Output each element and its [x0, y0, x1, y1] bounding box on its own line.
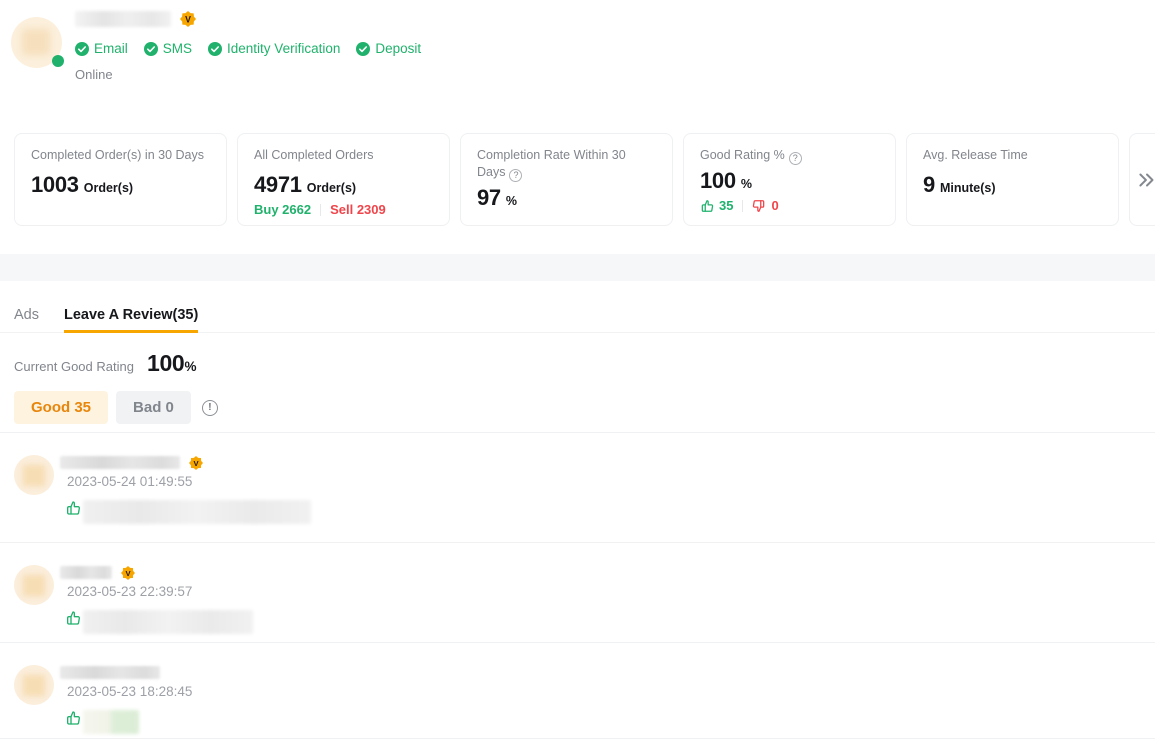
stat-value: 9	[923, 172, 935, 198]
review-item: 2023-05-23 18:28:45	[0, 642, 1155, 739]
verification-label: SMS	[163, 41, 192, 56]
check-circle-icon	[356, 42, 370, 56]
stat-card-good-rating: Good Rating %? 100 % 35 0	[683, 133, 896, 226]
check-circle-icon	[144, 42, 158, 56]
tab-ads[interactable]: Ads	[14, 303, 39, 333]
thumb-up-icon	[700, 199, 714, 213]
svg-text:V: V	[193, 458, 199, 467]
stat-unit: %	[506, 194, 517, 208]
tab-bar: Ads Leave A Review(35)	[0, 303, 1155, 333]
stat-label: Good Rating %?	[700, 147, 879, 165]
stat-card-completion-rate: Completion Rate Within 30 Days? 97 %	[460, 133, 673, 226]
question-circle-icon[interactable]: ?	[789, 152, 802, 165]
filter-good-button[interactable]: Good 35	[14, 391, 108, 424]
merchant-avatar	[11, 17, 62, 68]
stat-label-text: Completion Rate Within 30 Days	[477, 148, 626, 179]
review-timestamp: 2023-05-23 22:39:57	[60, 584, 253, 599]
stat-label-text: Good Rating %	[700, 148, 785, 162]
verification-sms: SMS	[144, 41, 192, 56]
online-status-text: Online	[75, 67, 421, 82]
section-divider-band	[0, 254, 1155, 281]
verification-label: Identity Verification	[227, 41, 340, 56]
review-item: V 2023-05-24 01:49:55	[0, 432, 1155, 542]
reviewer-avatar	[14, 565, 54, 605]
verification-label: Deposit	[375, 41, 421, 56]
stat-unit: %	[741, 177, 752, 191]
thumb-down-icon	[752, 199, 766, 213]
merchant-name-blurred	[75, 11, 171, 27]
stat-value: 1003	[31, 172, 79, 198]
review-list: V 2023-05-24 01:49:55 V	[0, 432, 1155, 739]
thumb-up-icon	[65, 500, 81, 516]
svg-text:V: V	[185, 14, 191, 24]
expand-stats-button[interactable]	[1129, 133, 1155, 226]
filter-bad-button[interactable]: Bad 0	[116, 391, 191, 424]
stat-card-completed-30d: Completed Order(s) in 30 Days 1003 Order…	[14, 133, 227, 226]
review-filter-row: Good 35 Bad 0 !	[14, 391, 218, 424]
current-good-rating-label: Current Good Rating	[14, 359, 134, 374]
thumbs-down-count: 0	[771, 198, 778, 213]
review-comment-blurred	[83, 500, 311, 524]
divider	[320, 204, 321, 216]
reviewer-name-blurred	[60, 666, 160, 679]
reviewer-name-blurred	[60, 456, 180, 469]
divider	[742, 200, 743, 212]
avatar-image-blurred	[23, 465, 45, 486]
stat-unit: Minute(s)	[940, 181, 996, 195]
stat-label: Completed Order(s) in 30 Days	[31, 147, 210, 164]
reviewer-name-blurred	[60, 566, 112, 579]
check-circle-icon	[208, 42, 222, 56]
buy-count: Buy 2662	[254, 202, 311, 217]
verification-list: Email SMS Identity Verification	[75, 41, 421, 56]
stats-card-row: Completed Order(s) in 30 Days 1003 Order…	[14, 133, 1155, 226]
check-circle-icon	[75, 42, 89, 56]
stat-card-avg-release-time: Avg. Release Time 9 Minute(s)	[906, 133, 1119, 226]
current-good-rating: Current Good Rating 100 %	[14, 350, 196, 377]
verified-badge-icon: V	[121, 566, 135, 580]
stat-label: Completion Rate Within 30 Days?	[477, 147, 656, 182]
stat-unit: Order(s)	[307, 181, 356, 195]
stat-value: 100	[700, 168, 736, 194]
current-good-rating-unit: %	[184, 359, 196, 374]
thumb-up-icon	[65, 710, 81, 726]
review-comment-blurred	[83, 710, 139, 734]
stat-label: All Completed Orders	[254, 147, 433, 164]
verified-badge-icon: V	[189, 456, 203, 470]
verification-email: Email	[75, 41, 128, 56]
review-comment-blurred	[83, 610, 253, 634]
double-chevron-right-icon	[1136, 169, 1155, 191]
svg-text:V: V	[125, 568, 131, 577]
thumbs-up-count: 35	[719, 198, 733, 213]
online-status-dot-icon	[52, 55, 64, 67]
avatar-image-blurred	[22, 29, 50, 55]
review-timestamp: 2023-05-23 18:28:45	[60, 684, 192, 699]
verification-label: Email	[94, 41, 128, 56]
stat-value: 97	[477, 185, 501, 211]
verification-identity: Identity Verification	[208, 41, 340, 56]
thumb-up-icon	[65, 610, 81, 626]
avatar-image-blurred	[23, 575, 45, 596]
stat-card-all-completed: All Completed Orders 4971 Order(s) Buy 2…	[237, 133, 450, 226]
question-circle-icon[interactable]: ?	[509, 169, 522, 182]
merchant-header: V Email SMS	[11, 10, 421, 82]
reviewer-avatar	[14, 455, 54, 495]
avatar-image-blurred	[23, 675, 45, 696]
tab-leave-a-review[interactable]: Leave A Review(35)	[64, 303, 198, 333]
review-timestamp: 2023-05-24 01:49:55	[60, 474, 311, 489]
verified-merchant-badge-icon: V	[180, 11, 196, 27]
sell-count: Sell 2309	[330, 202, 386, 217]
current-good-rating-value: 100	[147, 350, 184, 377]
stat-value: 4971	[254, 172, 302, 198]
reviewer-avatar	[14, 665, 54, 705]
stat-unit: Order(s)	[84, 181, 133, 195]
exclamation-circle-icon[interactable]: !	[202, 400, 218, 416]
review-item: V 2023-05-23 22:39:57	[0, 542, 1155, 642]
verification-deposit: Deposit	[356, 41, 421, 56]
stat-label: Avg. Release Time	[923, 147, 1102, 164]
